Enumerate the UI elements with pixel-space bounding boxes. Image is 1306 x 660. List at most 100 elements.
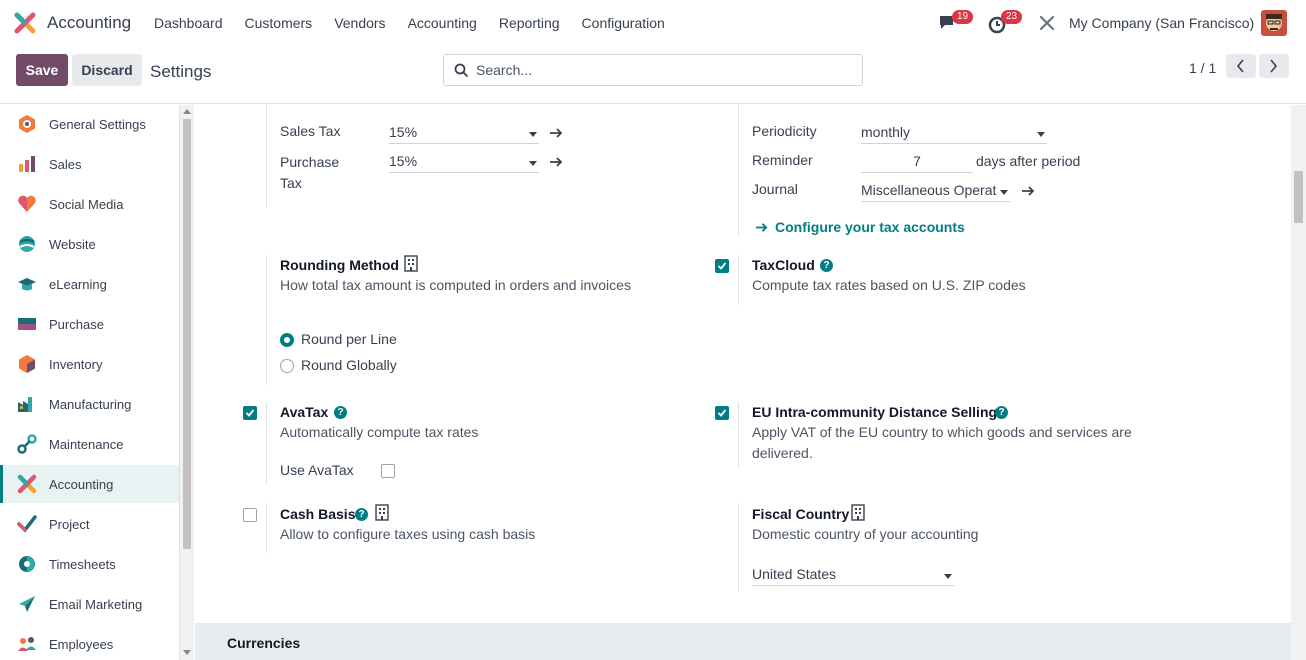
accounting-icon — [17, 474, 37, 494]
pager-next-button[interactable] — [1259, 54, 1289, 78]
user-avatar[interactable] — [1261, 10, 1287, 36]
sidebar-item-accounting[interactable]: Accounting — [0, 465, 179, 503]
purchase-tax-select[interactable]: 15% — [389, 151, 539, 173]
reminder-input[interactable]: 7 — [861, 151, 973, 173]
menu-customers[interactable]: Customers — [245, 15, 313, 31]
debug-tools-icon[interactable] — [1038, 14, 1056, 32]
sidebar-item-social-media[interactable]: Social Media — [0, 185, 179, 223]
control-panel: Save Discard Settings 1 / 1 — [0, 46, 1306, 104]
sidebar-item-label: General Settings — [49, 116, 146, 132]
main-menu: Dashboard Customers Vendors Accounting R… — [154, 15, 665, 31]
sidebar-item-inventory[interactable]: Inventory — [0, 345, 179, 383]
use-avatax-checkbox[interactable] — [381, 464, 395, 478]
search-icon — [454, 63, 469, 78]
round-per-line-radio[interactable] — [280, 333, 294, 347]
app-name[interactable]: Accounting — [47, 13, 131, 33]
sidebar-item-email-marketing[interactable]: Email Marketing — [0, 585, 179, 623]
rounding-method-description: How total tax amount is computed in orde… — [280, 277, 631, 293]
help-icon[interactable]: ? — [995, 406, 1008, 419]
sidebar-item-employees[interactable]: Employees — [0, 625, 179, 660]
timesheets-icon — [19, 556, 35, 572]
configure-tax-accounts-link[interactable]: Configure your tax accounts — [775, 219, 965, 235]
sidebar-item-sales[interactable]: Sales — [0, 145, 179, 183]
currencies-title: Currencies — [227, 635, 301, 651]
sidebar-scroll-thumb[interactable] — [183, 119, 191, 549]
inventory-icon — [19, 355, 35, 373]
rounding-method-title: Rounding Method — [280, 257, 399, 273]
email-marketing-icon — [19, 596, 35, 612]
menu-vendors[interactable]: Vendors — [334, 15, 385, 31]
company-switcher[interactable]: My Company (San Francisco) — [1069, 15, 1254, 31]
social-media-icon — [18, 195, 36, 212]
content-scroll-thumb[interactable] — [1294, 171, 1303, 223]
periodicity-select[interactable]: monthly — [861, 122, 1047, 144]
round-globally-radio[interactable] — [280, 359, 294, 373]
sidebar-item-website[interactable]: Website — [0, 225, 179, 263]
sidebar-item-label: Maintenance — [49, 436, 124, 452]
reminder-label: Reminder — [752, 152, 813, 168]
pager-previous-button[interactable] — [1226, 54, 1256, 78]
sidebar-item-manufacturing[interactable]: Manufacturing — [0, 385, 179, 423]
arrow-right-icon[interactable] — [755, 221, 768, 234]
taxcloud-checkbox[interactable] — [715, 259, 729, 273]
avatax-description: Automatically compute tax rates — [280, 424, 479, 440]
sales-tax-select[interactable]: 15% — [389, 122, 539, 144]
sidebar-item-project[interactable]: Project — [0, 505, 179, 543]
cash-basis-title: Cash Basis — [280, 506, 356, 522]
menu-dashboard[interactable]: Dashboard — [154, 15, 223, 31]
checkmark-icon — [245, 409, 255, 417]
chevron-right-icon — [1270, 59, 1278, 73]
employees-icon — [18, 637, 36, 651]
help-icon[interactable]: ? — [355, 508, 368, 521]
round-per-line-label[interactable]: Round per Line — [301, 331, 397, 347]
scroll-down-icon[interactable] — [183, 650, 191, 655]
sidebar-item-label: Accounting — [49, 476, 114, 492]
sidebar-item-purchase[interactable]: Purchase — [0, 305, 179, 343]
company-building-icon — [404, 255, 418, 272]
menu-configuration[interactable]: Configuration — [582, 15, 665, 31]
accounting-app-icon[interactable] — [14, 12, 36, 34]
help-icon[interactable]: ? — [820, 259, 833, 272]
divider — [738, 105, 739, 235]
menu-reporting[interactable]: Reporting — [499, 15, 560, 31]
pager-value: 1 / 1 — [1189, 60, 1217, 76]
cash-basis-description: Allow to configure taxes using cash basi… — [280, 526, 536, 542]
caret-down-icon — [944, 574, 952, 579]
menu-accounting[interactable]: Accounting — [408, 15, 477, 31]
manufacturing-icon — [18, 397, 32, 412]
search-input[interactable] — [476, 61, 846, 79]
reminder-value: 7 — [913, 153, 921, 169]
discard-button[interactable]: Discard — [72, 54, 142, 86]
round-globally-label[interactable]: Round Globally — [301, 357, 397, 373]
search-box[interactable] — [443, 54, 863, 86]
sidebar-item-general-settings[interactable]: General Settings — [0, 105, 179, 143]
save-button[interactable]: Save — [16, 54, 68, 86]
avatax-checkbox[interactable] — [243, 406, 257, 420]
fiscal-country-description: Domestic country of your accounting — [752, 526, 979, 542]
taxcloud-description: Compute tax rates based on U.S. ZIP code… — [752, 277, 1026, 293]
sidebar-item-elearning[interactable]: eLearning — [0, 265, 179, 303]
fiscal-country-value: United States — [752, 566, 837, 582]
settings-sidebar: General Settings Sales Social Media Webs… — [0, 105, 180, 660]
journal-select[interactable]: Miscellaneous Operat — [861, 180, 1010, 202]
arrow-right-icon[interactable] — [549, 155, 563, 169]
arrow-right-icon[interactable] — [549, 126, 563, 140]
sidebar-scrollbar[interactable] — [180, 105, 194, 660]
eu-distance-selling-checkbox[interactable] — [715, 406, 729, 420]
fiscal-country-select[interactable]: United States — [752, 564, 954, 586]
scroll-up-icon[interactable] — [183, 109, 191, 114]
sidebar-item-maintenance[interactable]: Maintenance — [0, 425, 179, 463]
chat-count-badge: 19 — [952, 10, 974, 24]
sidebar-item-label: Employees — [49, 636, 114, 652]
help-icon[interactable]: ? — [334, 406, 347, 419]
sales-icon — [19, 156, 35, 172]
sales-tax-value: 15% — [389, 124, 418, 140]
settings-content: Sales Tax 15% Purchase Tax 15% Periodici… — [195, 105, 1291, 660]
sidebar-item-timesheets[interactable]: Timesheets — [0, 545, 179, 583]
arrow-right-icon[interactable] — [1021, 184, 1035, 198]
cash-basis-checkbox[interactable] — [243, 508, 257, 522]
top-navbar: Accounting Dashboard Customers Vendors A… — [0, 0, 1306, 46]
content-scrollbar[interactable] — [1291, 105, 1306, 660]
caret-down-icon — [529, 132, 537, 137]
periodicity-label: Periodicity — [752, 123, 817, 139]
